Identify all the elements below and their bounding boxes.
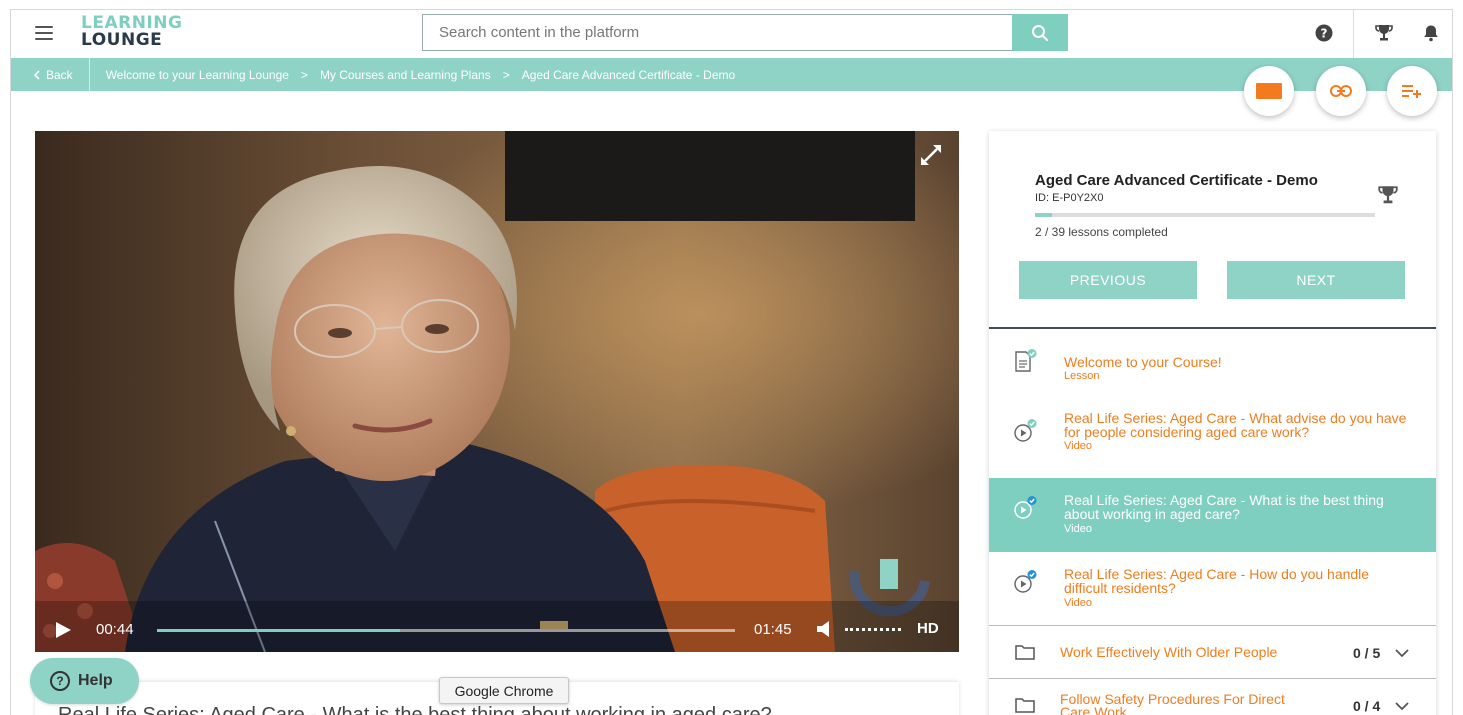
play-circle-icon xyxy=(1014,570,1037,593)
seek-bar[interactable] xyxy=(157,629,735,632)
lesson-type: Video xyxy=(1064,597,1092,609)
trophy-icon[interactable] xyxy=(1373,22,1395,44)
lesson-type: Video xyxy=(1064,523,1092,535)
lesson-item-active[interactable]: Real Life Series: Aged Care - What is th… xyxy=(989,478,1436,552)
help-icon[interactable]: ? xyxy=(1313,22,1335,44)
link-icon xyxy=(1330,85,1352,97)
chevron-left-icon xyxy=(33,69,40,80)
lesson-item[interactable]: Welcome to your Course! Lesson xyxy=(989,329,1436,391)
section-title: Follow Safety Procedures For Direct Care… xyxy=(1060,691,1285,715)
app-frame: LEARNING LOUNGE ? Back Welcome to your L… xyxy=(10,9,1453,715)
help-button[interactable]: ? Help xyxy=(30,658,139,704)
video-title: Real Life Series: Aged Care - What is th… xyxy=(58,704,772,715)
svg-text:?: ? xyxy=(1321,27,1328,41)
document-icon xyxy=(1015,349,1037,372)
header-divider xyxy=(1353,10,1354,58)
help-circle-icon: ? xyxy=(50,671,70,691)
top-header: LEARNING LOUNGE ? xyxy=(11,10,1452,58)
course-progress-fill xyxy=(1035,213,1053,217)
play-icon[interactable] xyxy=(53,620,73,640)
lesson-title: Real Life Series: Aged Care - How do you… xyxy=(1064,566,1370,596)
previous-button[interactable]: PREVIOUS xyxy=(1019,261,1197,299)
progress-text: 2 / 39 lessons completed xyxy=(1035,225,1168,239)
chevron-down-icon xyxy=(1395,649,1409,658)
seek-bar-progress xyxy=(157,629,400,632)
lesson-type: Video xyxy=(1064,440,1092,452)
section-title: Work Effectively With Older People xyxy=(1060,644,1278,660)
section-count: 0 / 4 xyxy=(1353,698,1381,714)
search-input[interactable] xyxy=(422,14,1012,51)
copy-link-button[interactable] xyxy=(1316,66,1366,116)
breadcrumb: Back Welcome to your Learning Lounge > M… xyxy=(11,58,1452,91)
folder-icon xyxy=(1015,645,1035,660)
current-time: 00:44 xyxy=(96,621,134,638)
logo-line2: LOUNGE xyxy=(81,30,163,50)
breadcrumb-item-current[interactable]: Aged Care Advanced Certificate - Demo xyxy=(522,68,735,82)
duration: 01:45 xyxy=(754,621,792,638)
volume-slider[interactable] xyxy=(845,628,901,631)
search-bar xyxy=(422,14,1068,51)
logo[interactable]: LEARNING LOUNGE xyxy=(81,15,182,49)
course-title: Aged Care Advanced Certificate - Demo xyxy=(1035,172,1318,189)
section-safety-procedures[interactable]: Follow Safety Procedures For Direct Care… xyxy=(989,678,1436,715)
video-frame xyxy=(35,131,959,652)
section-work-effectively[interactable]: Work Effectively With Older People 0 / 5 xyxy=(989,625,1436,677)
theater-mode-button[interactable] xyxy=(1244,66,1294,116)
back-label: Back xyxy=(46,67,73,82)
play-circle-icon xyxy=(1014,419,1037,442)
back-button[interactable]: Back xyxy=(11,58,90,91)
menu-icon[interactable] xyxy=(35,26,53,40)
video-player[interactable]: 00:44 01:45 HD xyxy=(35,131,959,652)
trophy-icon xyxy=(1378,186,1398,204)
section-count: 0 / 5 xyxy=(1353,645,1381,661)
course-panel: Aged Care Advanced Certificate - Demo ID… xyxy=(989,131,1436,715)
search-icon xyxy=(1032,24,1048,41)
volume-icon[interactable] xyxy=(817,620,833,638)
video-controls: 00:44 01:45 HD xyxy=(35,608,959,652)
lesson-item[interactable]: Real Life Series: Aged Care - What advis… xyxy=(989,401,1436,475)
tooltip: Google Chrome xyxy=(439,677,569,704)
lesson-item[interactable]: Real Life Series: Aged Care - How do you… xyxy=(989,552,1436,626)
breadcrumb-item-home[interactable]: Welcome to your Learning Lounge xyxy=(106,68,289,82)
chevron-down-icon xyxy=(1395,702,1409,711)
breadcrumb-separator: > xyxy=(300,67,308,82)
breadcrumb-item-courses[interactable]: My Courses and Learning Plans xyxy=(320,68,491,82)
lesson-type: Lesson xyxy=(1064,370,1100,382)
bell-icon[interactable] xyxy=(1420,22,1442,44)
help-label: Help xyxy=(78,672,113,689)
rectangle-icon xyxy=(1256,83,1282,99)
playlist-add-icon xyxy=(1402,85,1421,98)
folder-icon xyxy=(1015,698,1035,713)
breadcrumb-separator: > xyxy=(502,67,510,82)
course-progress-bar xyxy=(1035,213,1375,217)
quality-button[interactable]: HD xyxy=(917,620,939,637)
search-button[interactable] xyxy=(1012,14,1068,51)
lesson-title: Welcome to your Course! xyxy=(1064,354,1222,370)
play-circle-icon xyxy=(1014,496,1037,519)
expand-icon[interactable] xyxy=(921,145,941,165)
lesson-title: Real Life Series: Aged Care - What is th… xyxy=(1064,492,1384,522)
course-id: ID: E-P0Y2X0 xyxy=(1035,192,1104,204)
next-button[interactable]: NEXT xyxy=(1227,261,1405,299)
add-to-playlist-button[interactable] xyxy=(1387,66,1437,116)
lesson-title: Real Life Series: Aged Care - What advis… xyxy=(1064,410,1407,440)
